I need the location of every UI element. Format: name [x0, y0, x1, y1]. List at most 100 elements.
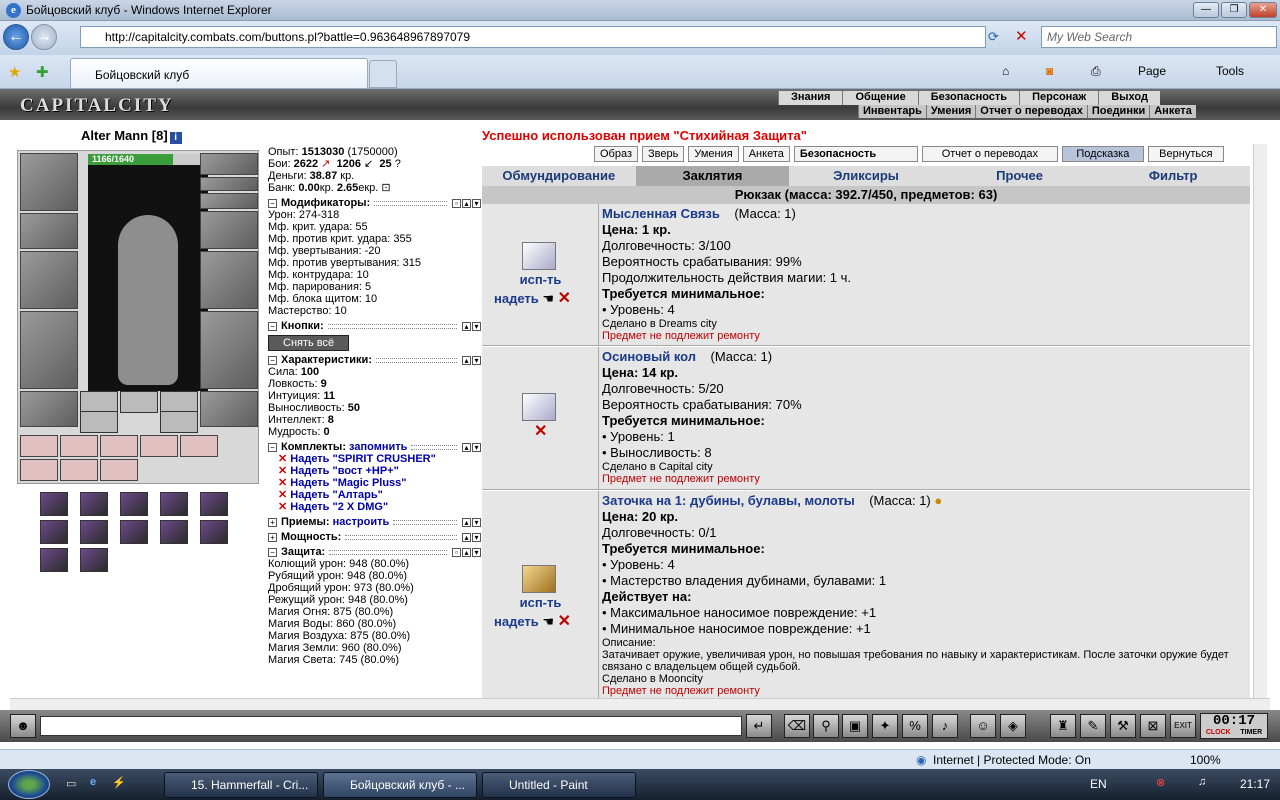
- item-name[interactable]: Мысленная Связь: [602, 206, 720, 221]
- hint-button[interactable]: Подсказка: [1061, 146, 1144, 162]
- remember-set-link[interactable]: запомнить: [349, 441, 407, 453]
- ability-icon[interactable]: [80, 492, 108, 516]
- stop-icon[interactable]: ✕: [1015, 27, 1028, 45]
- start-button[interactable]: [8, 770, 50, 799]
- item-name[interactable]: Осиновый кол: [602, 349, 696, 364]
- scroll-slot-8[interactable]: [100, 459, 138, 481]
- pocket-slot-2[interactable]: [120, 391, 158, 413]
- add-favorites-icon[interactable]: ✚: [36, 63, 49, 81]
- sound-icon[interactable]: ♪: [932, 714, 958, 738]
- wear-link[interactable]: надеть: [494, 291, 539, 306]
- ability-icon[interactable]: [40, 548, 68, 572]
- vertical-scrollbar[interactable]: [1253, 144, 1267, 698]
- shield-slot[interactable]: [200, 251, 258, 309]
- tab-spells[interactable]: Заклятия: [635, 166, 790, 186]
- wear-link[interactable]: надеть: [494, 614, 539, 629]
- use-link[interactable]: исп-ть: [482, 595, 599, 610]
- submenu-transfers[interactable]: Отчет о переводах: [975, 105, 1087, 118]
- ability-icon[interactable]: [200, 520, 228, 544]
- hand-icon[interactable]: ☚: [542, 291, 554, 306]
- page-menu[interactable]: Page: [1138, 64, 1166, 78]
- minimize-button[interactable]: —: [1193, 2, 1219, 18]
- filter-icon[interactable]: ⚲: [813, 714, 839, 738]
- pocket-slot-1[interactable]: [80, 391, 118, 413]
- task-combats[interactable]: Бойцовский клуб - ...: [323, 772, 477, 798]
- earrings-slot[interactable]: [200, 153, 258, 175]
- feeds-icon[interactable]: ◙: [1046, 64, 1053, 78]
- armor-slot[interactable]: [20, 311, 78, 389]
- scroll-action-icon[interactable]: ✎: [1080, 714, 1106, 738]
- legs-slot[interactable]: [200, 311, 258, 389]
- lock-icon[interactable]: ⊠: [1140, 714, 1166, 738]
- chat-input[interactable]: [40, 716, 742, 736]
- ability-icon[interactable]: [40, 520, 68, 544]
- techniques-header[interactable]: + Приемы: настроить ▴ ▾: [268, 516, 481, 528]
- belt-slot[interactable]: [20, 391, 78, 427]
- new-tab-button[interactable]: [369, 60, 397, 88]
- channel-icon[interactable]: ◈: [1000, 714, 1026, 738]
- ability-icon[interactable]: [200, 492, 228, 516]
- eraser-icon[interactable]: ⌫: [784, 714, 810, 738]
- set-link[interactable]: ✕ Надеть "Magic Pluss": [268, 477, 481, 489]
- transfers-button[interactable]: Отчет о переводах: [921, 146, 1058, 162]
- gloves-slot[interactable]: [200, 211, 258, 249]
- language-indicator[interactable]: EN: [1090, 777, 1107, 791]
- ability-icon[interactable]: [160, 520, 188, 544]
- buttons-header[interactable]: − Кнопки: ▴ ▾: [268, 320, 481, 332]
- delete-icon[interactable]: ✕: [558, 613, 571, 630]
- set-link[interactable]: ✕ Надеть "Алтарь": [268, 489, 481, 501]
- tab-filter[interactable]: Фильтр: [1096, 166, 1250, 186]
- sets-header[interactable]: − Комплекты: запомнить ▴ ▾: [268, 441, 481, 453]
- exit-icon[interactable]: EXIT: [1170, 714, 1196, 738]
- volume-icon[interactable]: ♫: [1198, 776, 1206, 788]
- tab-other[interactable]: Прочее: [943, 166, 1097, 186]
- skills-button[interactable]: Умения: [688, 146, 739, 162]
- ability-icon[interactable]: [40, 492, 68, 516]
- return-button[interactable]: Вернуться: [1147, 146, 1224, 162]
- ie-quicklaunch-icon[interactable]: e: [90, 776, 96, 788]
- submenu-inventory[interactable]: Инвентарь: [858, 105, 926, 118]
- send-icon[interactable]: ↵: [746, 714, 772, 738]
- configure-link[interactable]: настроить: [333, 516, 390, 528]
- profile-button[interactable]: Анкета: [742, 146, 790, 162]
- scroll-slot-4[interactable]: [140, 435, 178, 457]
- refresh-icon[interactable]: ⟳: [988, 29, 999, 45]
- horizontal-scrollbar[interactable]: [10, 698, 1270, 710]
- image-button[interactable]: Образ: [594, 146, 639, 162]
- ability-icon[interactable]: [80, 520, 108, 544]
- bag-icon[interactable]: ♜: [1050, 714, 1076, 738]
- delete-icon[interactable]: ✕: [558, 290, 571, 307]
- app-quicklaunch-icon[interactable]: ⚡: [112, 776, 126, 789]
- search-input[interactable]: My Web Search: [1041, 26, 1277, 48]
- scroll-slot-5[interactable]: [180, 435, 218, 457]
- fighter-icon[interactable]: ✦: [872, 714, 898, 738]
- ability-icon[interactable]: [80, 548, 108, 572]
- address-field[interactable]: http://capitalcity.combats.com/buttons.p…: [80, 26, 986, 48]
- hand-icon[interactable]: ☚: [542, 614, 554, 629]
- menu-character[interactable]: Персонаж: [1019, 91, 1098, 105]
- print-icon[interactable]: ⎙: [1091, 64, 1101, 79]
- close-window-button[interactable]: ✕: [1249, 2, 1277, 18]
- tools-menu[interactable]: Tools: [1216, 64, 1244, 78]
- show-desktop-icon[interactable]: ▭: [66, 777, 76, 790]
- defense-header[interactable]: − Защита: ▫ ▴ ▾: [268, 546, 481, 558]
- scroll-slot-3[interactable]: [100, 435, 138, 457]
- scroll-slot-1[interactable]: [20, 435, 58, 457]
- set-link[interactable]: ✕ Надеть "SPIRIT CRUSHER": [268, 453, 481, 465]
- security-tray-icon[interactable]: ⊗: [1156, 776, 1165, 789]
- remove-all-button[interactable]: Снять всё: [268, 335, 350, 351]
- tab-equipment[interactable]: Обмундирование: [482, 166, 636, 186]
- zoom-level[interactable]: 100%: [1190, 753, 1221, 767]
- info-icon[interactable]: i: [169, 132, 182, 144]
- submenu-fights[interactable]: Поединки: [1086, 105, 1149, 118]
- weapon-slot[interactable]: [20, 251, 78, 309]
- submenu-skills[interactable]: Умения: [925, 105, 975, 118]
- back-button[interactable]: ←: [3, 24, 29, 50]
- menu-security[interactable]: Безопасность: [917, 91, 1019, 105]
- power-header[interactable]: + Мощность: ▴ ▾: [268, 531, 481, 543]
- ability-icon[interactable]: [160, 492, 188, 516]
- submenu-profile[interactable]: Анкета: [1149, 105, 1196, 118]
- clock-widget[interactable]: 00:17 CLOCK TIMER: [1200, 713, 1268, 739]
- security-button[interactable]: Безопасность: [793, 146, 918, 162]
- home-icon[interactable]: ⌂: [1002, 64, 1009, 78]
